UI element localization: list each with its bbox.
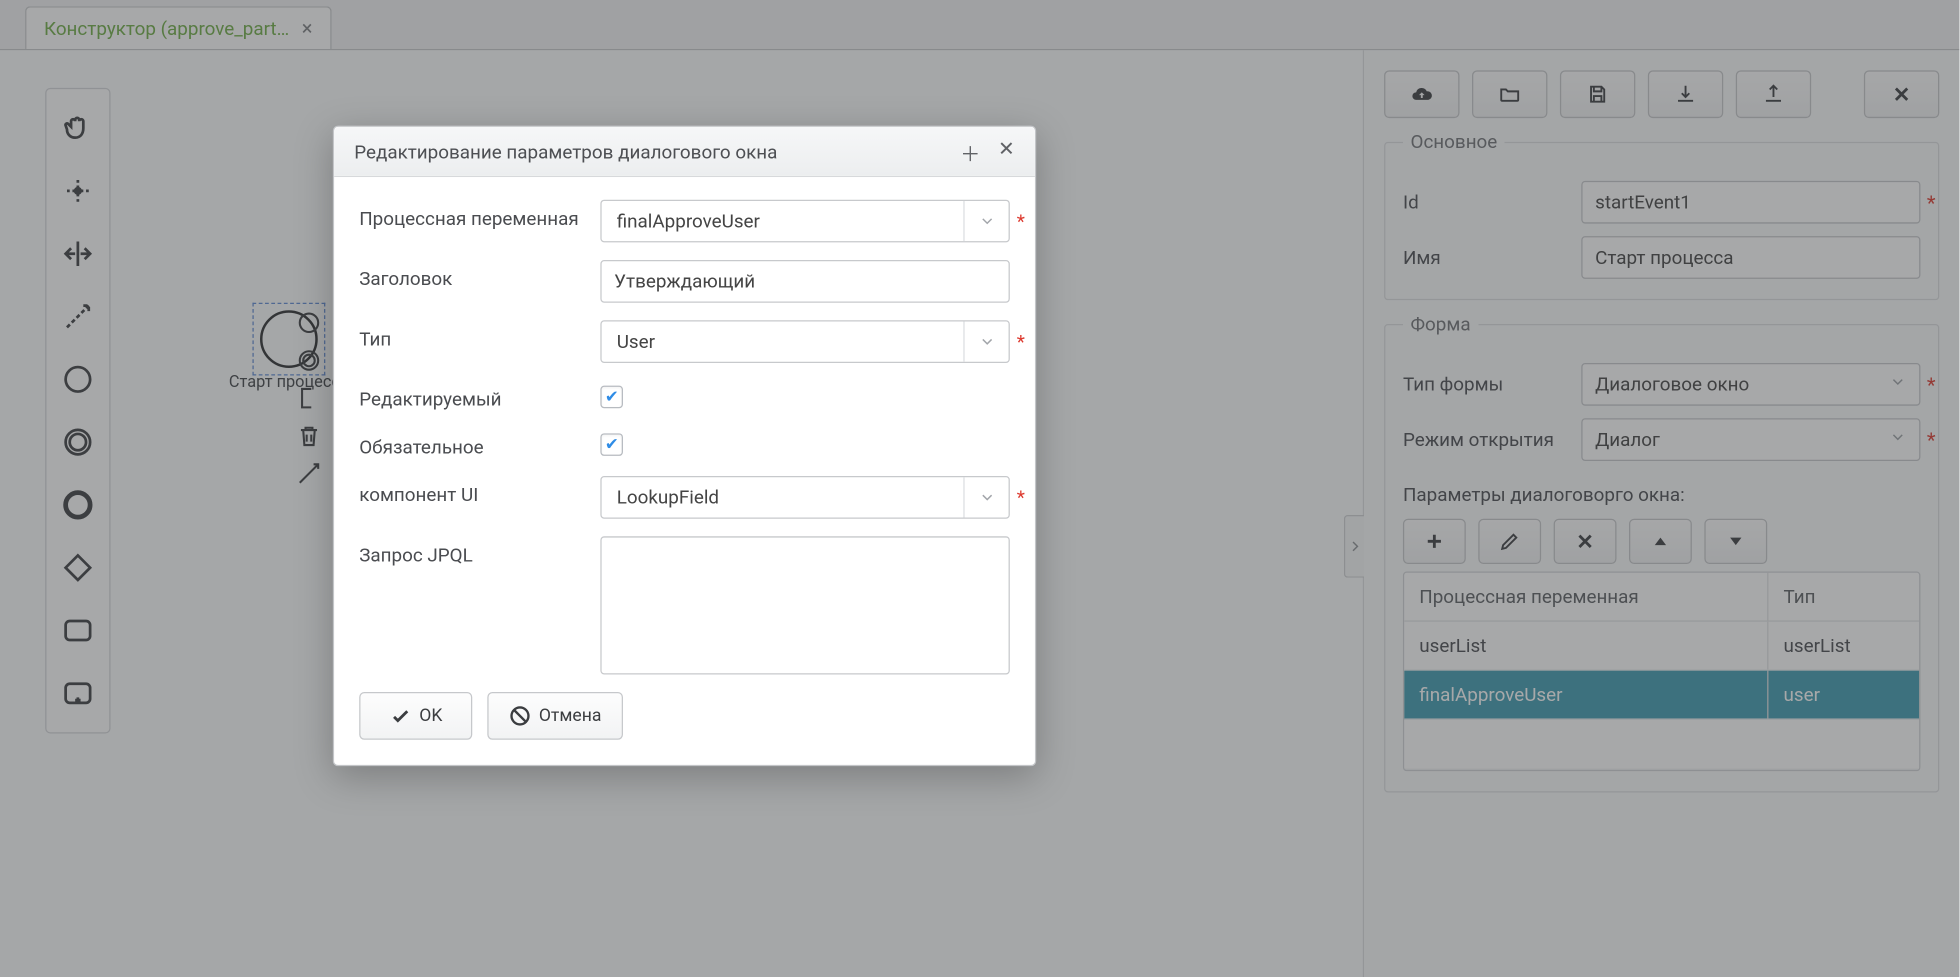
ui-component-select[interactable]: LookupField	[600, 476, 1009, 519]
ok-label: OK	[419, 706, 442, 726]
required-marker: *	[1017, 486, 1025, 509]
type-label: Тип	[359, 320, 585, 350]
modal-header[interactable]: Редактирование параметров диалогового ок…	[334, 127, 1035, 177]
jpql-textarea[interactable]	[600, 536, 1009, 674]
cancel-label: Отмена	[539, 706, 602, 726]
type-value: User	[614, 330, 655, 353]
ui-component-label: компонент UI	[359, 476, 585, 506]
process-var-label: Процессная переменная	[359, 200, 585, 230]
edit-param-modal: Редактирование параметров диалогового ок…	[333, 126, 1036, 767]
modal-title: Редактирование параметров диалогового ок…	[354, 140, 777, 163]
type-select[interactable]: User	[600, 320, 1009, 363]
editable-label: Редактируемый	[359, 381, 585, 411]
jpql-label: Запрос JPQL	[359, 536, 585, 566]
maximize-icon[interactable]: ＋	[960, 136, 980, 166]
process-var-value: finalApproveUser	[614, 210, 760, 233]
chevron-down-icon	[963, 477, 1008, 517]
header-label: Заголовок	[359, 260, 585, 290]
close-icon[interactable]: ✕	[998, 136, 1015, 166]
process-var-select[interactable]: finalApproveUser	[600, 200, 1009, 243]
editable-checkbox[interactable]: ✔	[600, 386, 623, 409]
header-input[interactable]	[600, 260, 1009, 303]
ok-button[interactable]: OK	[359, 692, 472, 740]
ui-component-value: LookupField	[614, 486, 719, 509]
required-label: Обязательное	[359, 428, 585, 458]
required-marker: *	[1017, 210, 1025, 233]
required-checkbox[interactable]: ✔	[600, 433, 623, 456]
app-root: Конструктор (approve_part… ×	[0, 0, 1959, 977]
chevron-down-icon	[963, 201, 1008, 241]
required-marker: *	[1017, 330, 1025, 353]
cancel-button[interactable]: Отмена	[487, 692, 622, 740]
chevron-down-icon	[963, 322, 1008, 362]
